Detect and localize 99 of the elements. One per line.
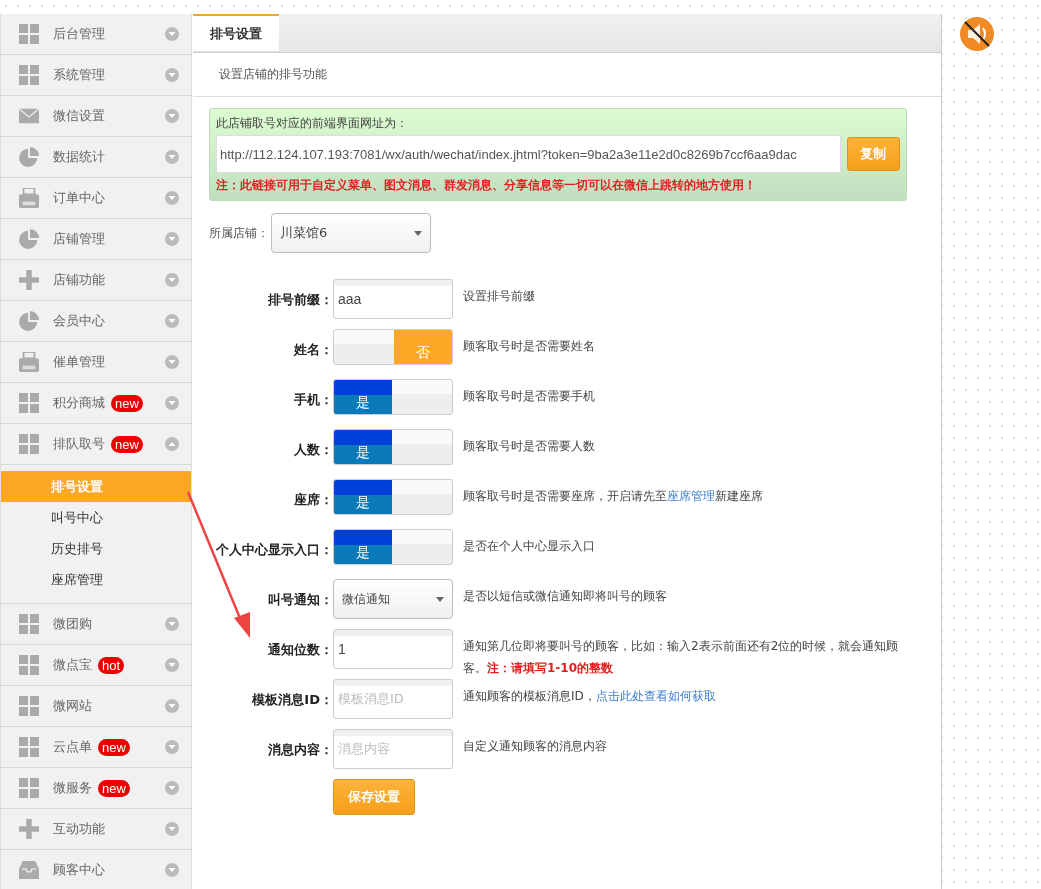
sidebar-item[interactable]: 系统管理 (1, 55, 191, 96)
field-hint: 通知顾客的模板消息ID，点击此处查看如何获取 (463, 688, 717, 705)
field-label: 通知位数： (267, 641, 333, 659)
toggle-switch[interactable]: 是 (333, 379, 453, 415)
tab[interactable]: 排号设置 (193, 14, 279, 51)
menu-label: 会员中心 (53, 312, 105, 330)
submenu-item[interactable]: 座席管理 (1, 564, 191, 595)
notify-select[interactable]: 微信通知 (333, 579, 453, 619)
field-hint: 顾客取号时是否需要手机 (463, 388, 596, 405)
field-hint: 顾客取号时是否需要姓名 (463, 338, 596, 355)
field-hint: 是否在个人中心显示入口 (463, 538, 596, 555)
label-badge: new (111, 435, 143, 453)
plus-icon (19, 819, 39, 839)
field-label: 排号前缀： (267, 291, 333, 309)
input-field[interactable]: aaa (333, 279, 453, 319)
menu-label: 店铺管理 (53, 230, 105, 248)
grid-icon (19, 696, 39, 716)
field-label: 个人中心显示入口： (215, 541, 333, 559)
menu-label: 排队取号 (53, 435, 105, 453)
sidebar-item[interactable]: 顾客中心 (1, 850, 191, 889)
pie-chart-icon (19, 311, 39, 331)
menu-label: 互动功能 (53, 820, 105, 838)
menu-label: 微点宝 (53, 656, 92, 674)
grid-icon (19, 24, 39, 44)
submenu-item[interactable]: 历史排号 (1, 533, 191, 564)
help-link[interactable]: 点击此处查看如何获取 (595, 689, 716, 703)
sidebar-item[interactable]: 排队取号 new (1, 424, 191, 465)
input-field[interactable]: 1 (333, 629, 453, 669)
store-label: 所属店铺： (209, 224, 269, 242)
field-label: 模板消息ID： (250, 691, 333, 709)
field-label: 手机： (293, 391, 333, 409)
sidebar-item[interactable]: 互动功能 (1, 809, 191, 850)
mute-icon[interactable] (959, 16, 995, 52)
sidebar-item[interactable]: 会员中心 (1, 301, 191, 342)
submenu-item[interactable]: 叫号中心 (1, 502, 191, 533)
sidebar-item[interactable]: 微网站 (1, 686, 191, 727)
menu-label: 后台管理 (53, 25, 105, 43)
field-hint: 是否以短信或微信通知即将叫号的顾客 (463, 588, 668, 605)
field-label: 姓名： (293, 341, 333, 359)
pie-chart-icon (19, 147, 39, 167)
url-title: 此店铺取号对应的前端界面网址为： (216, 115, 409, 132)
menu-label: 微服务 (53, 779, 92, 797)
sidebar-item[interactable]: 微点宝 hot (1, 645, 191, 686)
field-label: 人数： (293, 441, 333, 459)
page-subtitle: 设置店铺的排号功能 (219, 66, 327, 83)
label-badge: new (98, 779, 130, 797)
grid-icon (19, 434, 39, 454)
grid-icon (19, 614, 39, 634)
field-hint: 顾客取号时是否需要座席，开启请先至座席管理新建座席 (463, 488, 764, 505)
sidebar-item[interactable]: 云点单 new (1, 727, 191, 768)
sidebar-item[interactable]: 店铺功能 (1, 260, 191, 301)
menu-label: 微信设置 (53, 107, 105, 125)
menu-label: 系统管理 (53, 66, 105, 84)
sidebar-item[interactable]: 微团购 (1, 604, 191, 645)
url-field[interactable]: http://112.124.107.193:7081/wx/auth/wechat/index.jhtml?token=9ba2a3e11e2d0c8269b7ccf6aa9dac (216, 135, 841, 173)
menu-label: 订单中心 (53, 189, 105, 207)
sidebar-item[interactable]: 积分商城 new (1, 383, 191, 424)
toggle-switch[interactable]: 是 (333, 479, 453, 515)
toggle-switch[interactable]: 是 (333, 429, 453, 465)
menu-label: 积分商城 (53, 394, 105, 412)
grid-icon (19, 655, 39, 675)
sidebar-item[interactable]: 店铺管理 (1, 219, 191, 260)
field-label: 座席： (293, 491, 333, 509)
help-link[interactable]: 座席管理 (667, 489, 715, 503)
label-badge: new (111, 394, 143, 412)
url-note: 注：此链接可用于自定义菜单、图文消息、群发消息、分享信息等一切可以在微信上跳转的地方使用！ (216, 177, 757, 194)
field-hint: 顾客取号时是否需要人数 (463, 438, 596, 455)
menu-label: 顾客中心 (53, 861, 105, 879)
printer-icon (19, 352, 39, 372)
sidebar-item[interactable]: 微信设置 (1, 96, 191, 137)
menu-label: 微网站 (53, 697, 92, 715)
menu-label: 店铺功能 (53, 271, 105, 289)
sidebar-item[interactable]: 催单管理 (1, 342, 191, 383)
envelope-icon (19, 106, 39, 126)
grid-icon (19, 737, 39, 757)
menu-label: 云点单 (53, 738, 92, 756)
grid-icon (19, 65, 39, 85)
sidebar-item[interactable]: 订单中心 (1, 178, 191, 219)
menu-label: 催单管理 (53, 353, 105, 371)
store-select[interactable]: 川菜馆6 (271, 213, 431, 253)
sidebar-item[interactable]: 微服务 new (1, 768, 191, 809)
field-hint: 自定义通知顾客的消息内容 (463, 738, 608, 755)
field-hint: 通知第几位即将要叫号的顾客，比如：输入2表示前面还有2位的时候，就会通知顾客。注：请填写1-10的整数 (463, 638, 900, 677)
grid-icon (19, 393, 39, 413)
field-label: 叫号通知： (267, 591, 333, 609)
toggle-switch[interactable]: 是 (333, 529, 453, 565)
label-badge: new (98, 738, 130, 756)
pie-chart-icon (19, 229, 39, 249)
printer-icon (19, 188, 39, 208)
field-hint: 设置排号前缀 (463, 288, 536, 305)
label-badge: hot (98, 656, 125, 674)
grid-icon (19, 778, 39, 798)
menu-label: 数据统计 (53, 148, 105, 166)
sidebar-item[interactable]: 后台管理 (1, 14, 191, 55)
menu-label: 微团购 (53, 615, 92, 633)
sidebar-item[interactable]: 数据统计 (1, 137, 191, 178)
plus-icon (19, 270, 39, 290)
inbox-icon (19, 860, 39, 880)
field-label: 消息内容： (267, 741, 333, 759)
